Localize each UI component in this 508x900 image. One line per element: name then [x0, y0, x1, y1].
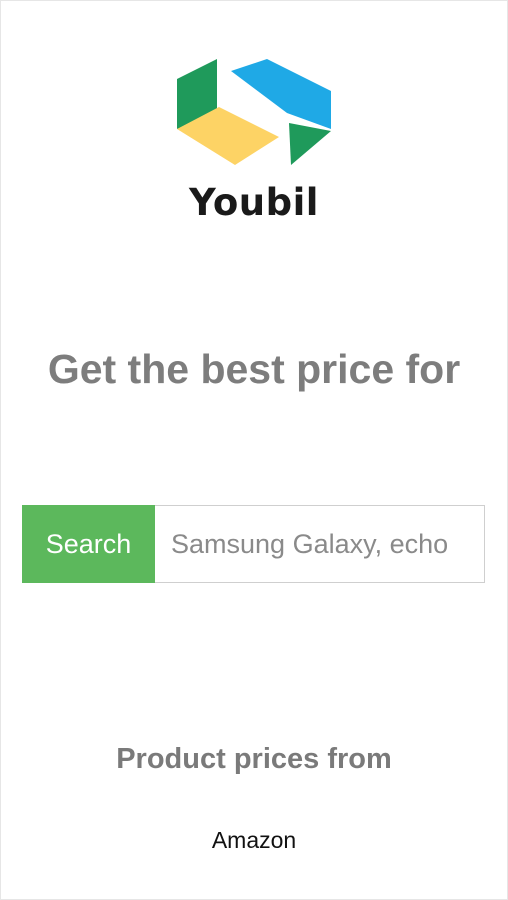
sources-heading: Product prices from: [116, 743, 392, 775]
search-bar: Search: [22, 505, 485, 583]
page: Youbil Get the best price for Search Pro…: [0, 0, 508, 900]
brand-name: Youbil: [188, 181, 319, 224]
search-button[interactable]: Search: [22, 505, 155, 583]
source-item: Amazon: [1, 827, 507, 854]
search-input[interactable]: [155, 505, 485, 583]
source-link-amazon[interactable]: Amazon: [212, 827, 296, 853]
hero-headline: Get the best price for: [47, 346, 461, 392]
youbil-logo-icon: [175, 57, 333, 169]
